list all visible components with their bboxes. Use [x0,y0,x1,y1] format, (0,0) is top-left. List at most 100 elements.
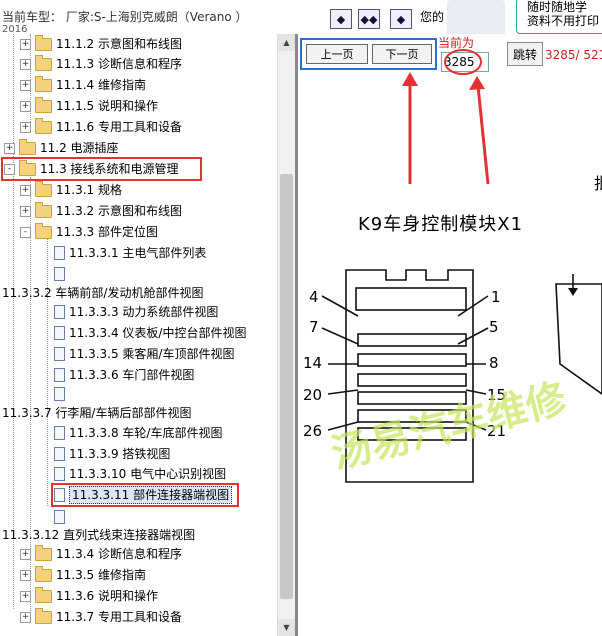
expand-icon[interactable]: + [20,205,31,217]
tree-item-11-1-4[interactable]: +11.1.4 维修指南 [20,75,146,94]
tree-item-11-3-3-2[interactable]: 11.3.3.2 车辆前部/发动机舱部件视图 [2,284,203,302]
prev-page-button[interactable]: 上一页 [306,44,368,64]
scroll-up-icon[interactable]: ▲ [278,34,295,51]
user-label: 您的 [420,10,445,24]
tree-item-11-3-4[interactable]: +11.3.4 诊断信息和程序 [20,544,182,563]
tree-item-11-3-2[interactable]: +11.3.2 示意图和布线图 [20,201,182,220]
tree-item-label: 11.3.3.1 主电气部件列表 [69,246,207,260]
tree-guide-line [47,231,48,506]
tree-item-11-3-3-7[interactable]: 11.3.3.7 行李厢/车辆后部部件视图 [2,404,191,422]
expand-icon[interactable]: + [20,590,31,602]
tree-item-label: 11.1.2 示意图和布线图 [56,37,182,51]
tree-item-label: 11.3.3.2 车辆前部/发动机舱部件视图 [2,286,204,300]
tree-item-11-1-6[interactable]: +11.1.6 专用工具和设备 [20,117,182,136]
annotation-layer [300,38,602,483]
tree-item-11-2[interactable]: +11.2 电源插座 [4,138,119,157]
tree-item-label: 11.3.3.5 乘客厢/车顶部件视图 [69,347,235,361]
pin-label-1: 1 [491,288,501,306]
tree-item-label: 11.1.6 专用工具和设备 [56,120,182,134]
expand-icon[interactable]: + [20,569,31,581]
tree-item-label: 11.3.7 专用工具和设备 [56,610,182,624]
tree-item-11-1-2[interactable]: +11.1.2 示意图和布线图 [20,34,182,53]
tree-item-11-3-3-8[interactable]: 11.3.3.8 车轮/车底部件视图 [54,424,222,442]
tree-item-blank[interactable] [54,385,69,403]
expand-icon[interactable]: + [20,611,31,623]
arrow-to-input [476,85,490,185]
folder-icon [35,586,52,603]
current-page-label: 当前为 [438,36,475,50]
expand-icon[interactable]: + [20,100,31,112]
tree-item-11-3-3-3[interactable]: 11.3.3.3 动力系统部件视图 [54,303,218,321]
tree-item-label: 11.1.5 说明和操作 [56,99,158,113]
down-arrow-icon [568,288,578,296]
page-icon [54,368,65,382]
pin-label-7: 7 [309,318,319,336]
expand-icon[interactable]: + [20,121,31,133]
expand-icon[interactable]: + [20,58,31,70]
tree-item-11-3-3-5[interactable]: 11.3.3.5 乘客厢/车顶部件视图 [54,345,234,363]
tree-item-11-3-3-11[interactable]: 11.3.3.11 部件连接器端视图 [50,483,240,507]
collapse-icon[interactable]: - [20,226,31,238]
folder-icon [35,544,52,561]
tree-item-label: 11.3.1 规格 [56,183,122,197]
tree-item-11-3-3-9[interactable]: 11.3.3.9 搭铁视图 [54,445,170,463]
tree-item-label: 11.1.3 诊断信息和程序 [56,57,182,71]
next-page-button[interactable]: 下一页 [372,44,432,64]
ad-text: 随时随地学 资料不用打印 [527,0,599,28]
scrollbar-thumb[interactable] [280,174,293,599]
tree-item-11-1-3[interactable]: +11.1.3 诊断信息和程序 [20,54,182,73]
doc-header-fragment: 批 [594,170,602,194]
tree-item-blank[interactable] [54,265,69,283]
folder-icon [35,565,52,582]
jump-button[interactable]: 跳转 [507,42,543,66]
scroll-down-icon[interactable]: ▼ [278,619,295,636]
page-icon [54,387,65,401]
pin-label-26: 26 [303,422,323,440]
tree-item-11-1-5[interactable]: +11.1.5 说明和操作 [20,96,158,115]
tree-item-11-3-3[interactable]: - 11.3.3 部件定位图 [20,222,158,241]
tree-scrollbar[interactable]: ▲ ▼ [277,34,295,636]
tree-item-11-3-3-12[interactable]: 11.3.3.12 直列式线束连接器端视图 [2,526,195,544]
page-number-input[interactable] [441,52,489,72]
tree-item-label: 11.3.5 维修指南 [56,568,146,582]
tree-item-11-3-3-10[interactable]: 11.3.3.10 电气中心识别视图 [54,465,226,483]
tree-item-label: 11.3.3 部件定位图 [56,225,158,239]
tree-item-blank[interactable] [54,508,69,526]
expand-icon[interactable]: + [20,38,31,50]
tree-item-11-3-7[interactable]: +11.3.7 专用工具和设备 [20,607,182,626]
expand-icon[interactable]: + [20,79,31,91]
chapter-tree[interactable]: +11.1.2 示意图和布线图 +11.1.3 诊断信息和程序 +11.1.4 … [0,34,275,636]
expand-icon[interactable]: + [20,548,31,560]
tree-item-11-3-5[interactable]: +11.3.5 维修指南 [20,565,146,584]
folder-icon [19,138,36,155]
tree-guide-line [13,34,14,609]
pin-label-4: 4 [309,288,319,306]
tree-item-label: 11.3.3.9 搭铁视图 [69,447,171,461]
tree-item-label: 11.3.6 说明和操作 [56,589,158,603]
top-bar: 当前车型： 厂家:S-上海别克威朗（Verano ） 2016 ◆ ◆◆ ◆ 您… [0,0,602,36]
pin-label-8: 8 [489,354,499,372]
expand-icon[interactable]: + [20,184,31,196]
first-page-button[interactable]: ◆ [330,9,352,29]
folder-icon [35,180,52,197]
page-icon [54,267,65,281]
ad-line-2: 资料不用打印 [527,14,600,28]
tree-item-11-3-6[interactable]: +11.3.6 说明和操作 [20,586,158,605]
page-icon [54,347,65,361]
tree-item-11-3-3-6[interactable]: 11.3.3.6 车门部件视图 [54,366,194,384]
page-navigation-bar: 上一页 下一页 当前为 跳转 3285/ 521 [298,34,602,74]
last-page-button[interactable]: ◆ [390,9,412,29]
folder-icon [35,75,52,92]
page-icon [54,246,65,260]
tree-item-label: 11.3.3.6 车门部件视图 [69,368,195,382]
fast-forward-button[interactable]: ◆◆ [358,9,380,29]
tree-item-11-3-3-1[interactable]: 11.3.3.1 主电气部件列表 [54,244,206,262]
tree-item-11-3-1[interactable]: +11.3.1 规格 [20,180,122,199]
page-icon [54,305,65,319]
expand-icon[interactable]: + [4,142,15,154]
tree-item-11-3-3-4[interactable]: 11.3.3.4 仪表板/中控台部件视图 [54,324,246,342]
folder-open-icon [35,222,52,239]
tree-item-11-3[interactable]: - 11.3 接线系统和电源管理 [1,157,202,181]
collapse-icon[interactable]: - [4,163,15,175]
page-icon [54,467,65,481]
